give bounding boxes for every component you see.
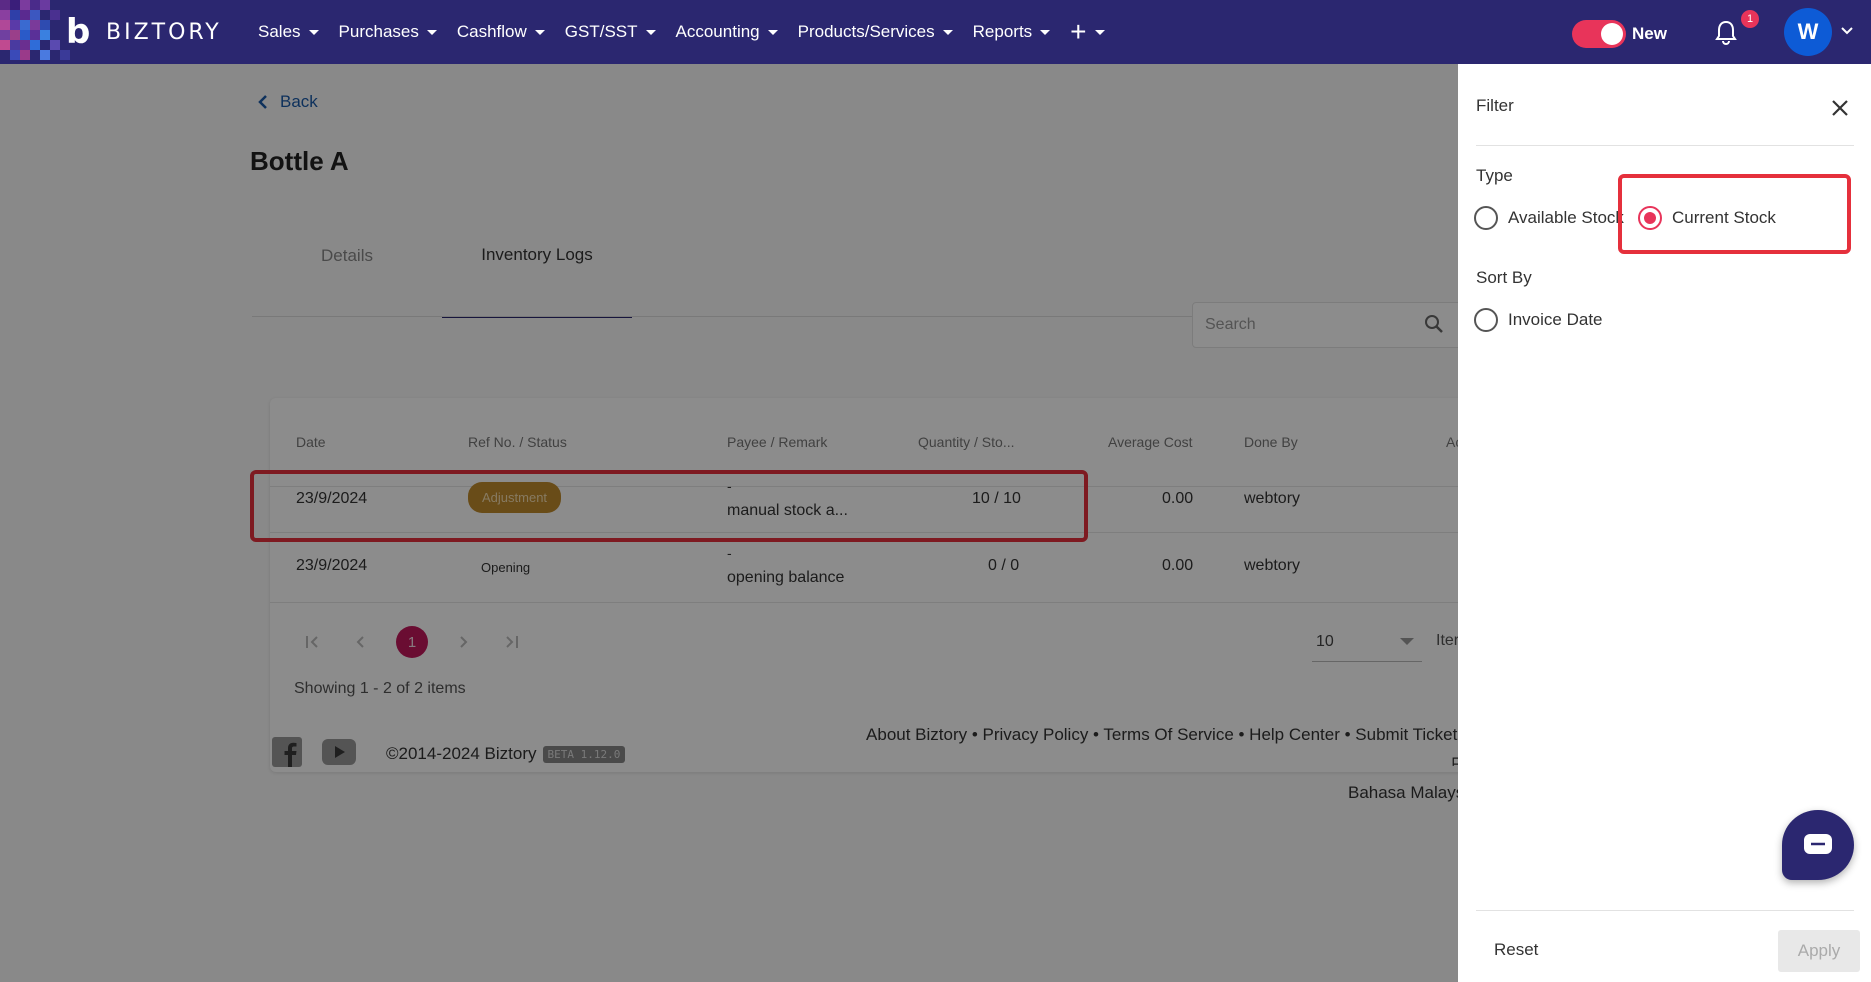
close-icon[interactable] bbox=[1828, 96, 1852, 120]
nav-purchases-label: Purchases bbox=[338, 22, 419, 41]
nav-reports[interactable]: Reports bbox=[963, 0, 1061, 64]
brand-name: BIZTORY bbox=[106, 20, 222, 45]
radio-button[interactable] bbox=[1474, 308, 1498, 332]
top-nav: b BIZTORY Sales Purchases Cashflow GST/S… bbox=[0, 0, 1871, 64]
new-ui-toggle[interactable] bbox=[1572, 20, 1626, 48]
chat-icon bbox=[1804, 834, 1832, 854]
radio-invoice-date[interactable]: Invoice Date bbox=[1474, 308, 1603, 332]
brand-logo[interactable]: b BIZTORY bbox=[0, 0, 230, 64]
reset-button[interactable]: Reset bbox=[1494, 940, 1538, 960]
main-menu: Sales Purchases Cashflow GST/SST Account… bbox=[248, 0, 1115, 64]
sort-by-label: Sort By bbox=[1476, 268, 1532, 287]
nav-gst-sst-label: GST/SST bbox=[564, 22, 638, 41]
nav-accounting[interactable]: Accounting bbox=[666, 0, 788, 64]
nav-accounting-label: Accounting bbox=[675, 22, 760, 41]
avatar[interactable]: W bbox=[1784, 8, 1832, 56]
nav-purchases[interactable]: Purchases bbox=[329, 0, 447, 64]
footer-divider bbox=[1476, 910, 1854, 911]
radio-button[interactable] bbox=[1474, 206, 1498, 230]
nav-reports-label: Reports bbox=[972, 22, 1033, 41]
notification-count-badge: 1 bbox=[1741, 10, 1759, 28]
nav-cashflow-label: Cashflow bbox=[456, 22, 527, 41]
radio-available-stock-label: Available Stock bbox=[1508, 208, 1624, 227]
current-stock-highlight-annotation bbox=[1618, 174, 1851, 254]
chevron-down-icon bbox=[308, 29, 319, 35]
quick-add-button[interactable]: + bbox=[1060, 0, 1114, 64]
apply-button[interactable]: Apply bbox=[1778, 930, 1860, 972]
chevron-down-icon bbox=[645, 29, 656, 35]
chevron-down-icon bbox=[942, 29, 953, 35]
nav-products-services[interactable]: Products/Services bbox=[788, 0, 963, 64]
new-ui-toggle-label: New bbox=[1632, 24, 1667, 43]
chevron-down-icon bbox=[767, 29, 778, 35]
chevron-down-icon bbox=[534, 29, 545, 35]
chat-button[interactable] bbox=[1782, 810, 1854, 880]
nav-products-services-label: Products/Services bbox=[797, 22, 935, 41]
chevron-down-icon bbox=[1040, 29, 1051, 35]
filter-title: Filter bbox=[1476, 96, 1514, 115]
bell-icon[interactable] bbox=[1714, 20, 1738, 46]
filter-divider bbox=[1476, 145, 1854, 146]
nav-cashflow[interactable]: Cashflow bbox=[447, 0, 555, 64]
radio-available-stock[interactable]: Available Stock bbox=[1474, 206, 1624, 230]
logo-b-mark: b bbox=[66, 12, 91, 52]
nav-sales[interactable]: Sales bbox=[248, 0, 329, 64]
chevron-down-icon bbox=[426, 29, 437, 35]
nav-sales-label: Sales bbox=[258, 22, 301, 41]
nav-gst-sst[interactable]: GST/SST bbox=[555, 0, 666, 64]
chevron-down-icon[interactable] bbox=[1840, 24, 1854, 38]
radio-invoice-date-label: Invoice Date bbox=[1508, 310, 1603, 329]
type-label: Type bbox=[1476, 166, 1513, 185]
modal-overlay[interactable] bbox=[0, 64, 1458, 982]
plus-icon: + bbox=[1070, 16, 1087, 47]
chevron-down-icon bbox=[1094, 29, 1105, 35]
